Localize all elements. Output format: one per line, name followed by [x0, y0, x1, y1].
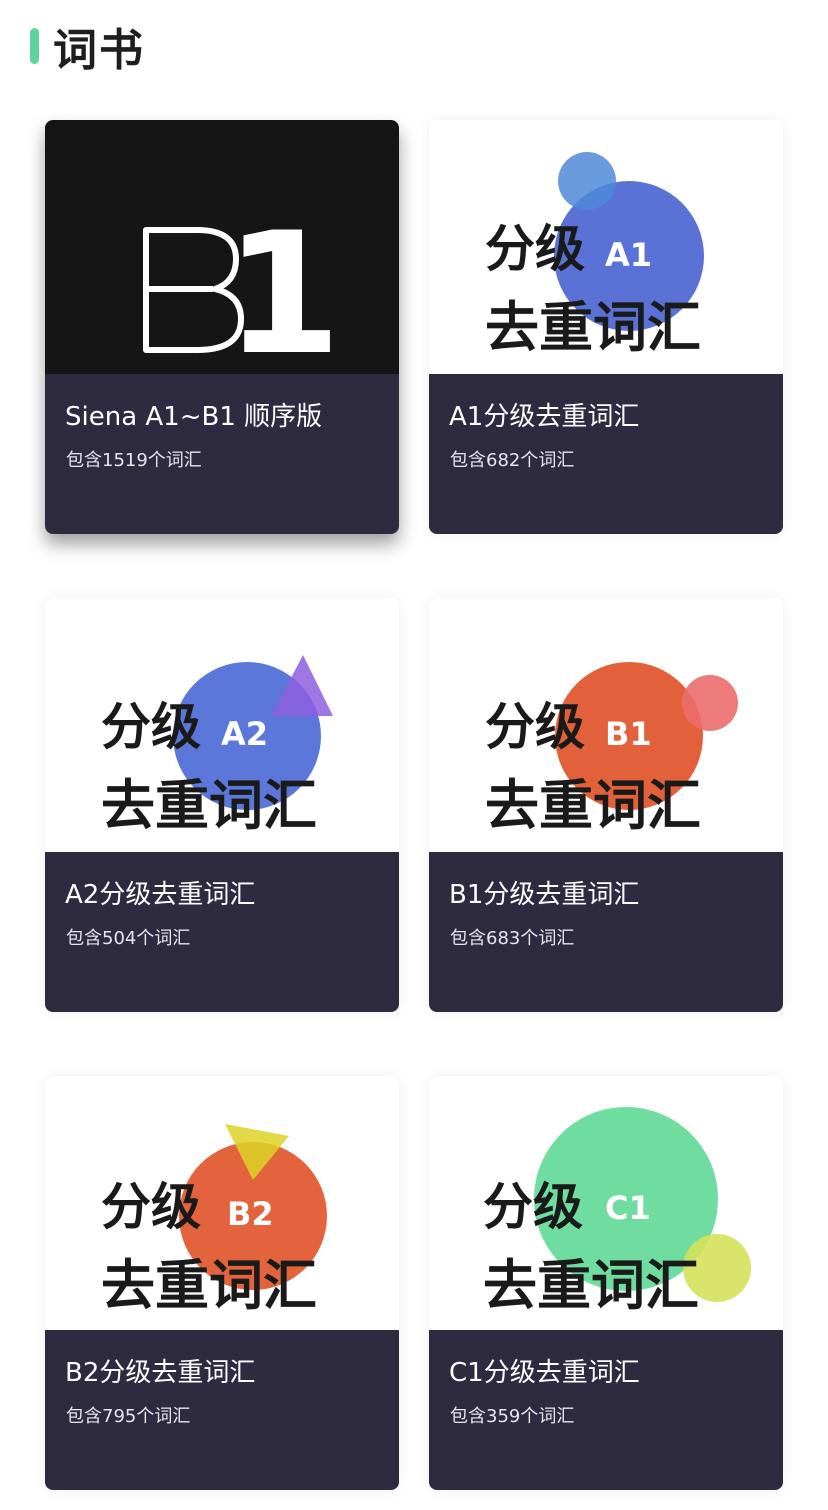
svg-text:A2: A2 — [221, 715, 268, 753]
book-card-siena-a1-b1[interactable]: 1 Siena A1~B1 顺序版 包含1519个词汇 — [45, 120, 399, 534]
svg-text:去重词汇: 去重词汇 — [485, 296, 701, 359]
svg-text:1: 1 — [225, 196, 342, 374]
book-word-count: 包含795个词汇 — [66, 1406, 191, 1427]
book-title: C1分级去重词汇 — [449, 1358, 640, 1388]
book-card-b2[interactable]: 分级 B2 去重词汇 B2分级去重词汇 包含795个词汇 — [45, 1076, 399, 1490]
book-info-panel: A1分级去重词汇 包含682个词汇 — [429, 374, 783, 534]
book-card-a2[interactable]: 分级 A2 去重词汇 A2分级去重词汇 包含504个词汇 — [45, 598, 399, 1012]
book-word-count: 包含504个词汇 — [66, 928, 191, 949]
book-title: B1分级去重词汇 — [449, 880, 640, 910]
book-cover: 分级 B2 去重词汇 — [45, 1076, 399, 1330]
book-info-panel: A2分级去重词汇 包含504个词汇 — [45, 852, 399, 1012]
book-cover: 1 — [45, 120, 399, 374]
book-title: A1分级去重词汇 — [449, 402, 640, 432]
svg-text:去重词汇: 去重词汇 — [483, 1254, 699, 1317]
svg-text:分级: 分级 — [483, 1178, 583, 1236]
book-cover: 分级 A1 去重词汇 — [429, 120, 783, 374]
svg-text:分级: 分级 — [101, 698, 201, 756]
cover-b1-level-image: 分级 B1 去重词汇 — [429, 598, 783, 852]
book-word-count: 包含359个词汇 — [450, 1406, 575, 1427]
book-info-panel: C1分级去重词汇 包含359个词汇 — [429, 1330, 783, 1490]
svg-text:B2: B2 — [227, 1195, 274, 1233]
book-info-panel: B1分级去重词汇 包含683个词汇 — [429, 852, 783, 1012]
book-info-panel: B2分级去重词汇 包含795个词汇 — [45, 1330, 399, 1490]
book-word-count: 包含1519个词汇 — [66, 450, 202, 471]
book-cover: 分级 C1 去重词汇 — [429, 1076, 783, 1330]
svg-text:A1: A1 — [605, 236, 652, 274]
svg-text:去重词汇: 去重词汇 — [485, 774, 701, 837]
section-accent-bar — [30, 28, 39, 64]
book-card-c1[interactable]: 分级 C1 去重词汇 C1分级去重词汇 包含359个词汇 — [429, 1076, 783, 1490]
svg-text:C1: C1 — [605, 1189, 651, 1227]
svg-text:分级: 分级 — [485, 220, 585, 278]
book-card-a1[interactable]: 分级 A1 去重词汇 A1分级去重词汇 包含682个词汇 — [429, 120, 783, 534]
book-word-count: 包含682个词汇 — [450, 450, 575, 471]
cover-b1-logo-image: 1 — [45, 120, 399, 374]
book-title: Siena A1~B1 顺序版 — [65, 402, 323, 432]
svg-text:去重词汇: 去重词汇 — [101, 774, 317, 837]
book-cover: 分级 A2 去重词汇 — [45, 598, 399, 852]
book-info-panel: Siena A1~B1 顺序版 包含1519个词汇 — [45, 374, 399, 534]
book-word-count: 包含683个词汇 — [450, 928, 575, 949]
svg-text:分级: 分级 — [101, 1178, 201, 1236]
book-cover: 分级 B1 去重词汇 — [429, 598, 783, 852]
cover-a1-image: 分级 A1 去重词汇 — [429, 120, 783, 374]
svg-text:B1: B1 — [605, 715, 652, 753]
book-card-b1[interactable]: 分级 B1 去重词汇 B1分级去重词汇 包含683个词汇 — [429, 598, 783, 1012]
cover-c1-image: 分级 C1 去重词汇 — [429, 1076, 783, 1330]
cover-a2-image: 分级 A2 去重词汇 — [45, 598, 399, 852]
cover-b2-image: 分级 B2 去重词汇 — [45, 1076, 399, 1330]
book-title: B2分级去重词汇 — [65, 1358, 256, 1388]
section-header: 词书 — [30, 18, 145, 76]
section-title: 词书 — [53, 25, 145, 76]
vocabulary-books-page: 词书 1 Siena A1~B1 顺序版 包含1519个词汇 分级 A1 去重词… — [0, 0, 828, 1510]
svg-text:去重词汇: 去重词汇 — [101, 1254, 317, 1317]
book-title: A2分级去重词汇 — [65, 880, 256, 910]
svg-text:分级: 分级 — [485, 698, 585, 756]
